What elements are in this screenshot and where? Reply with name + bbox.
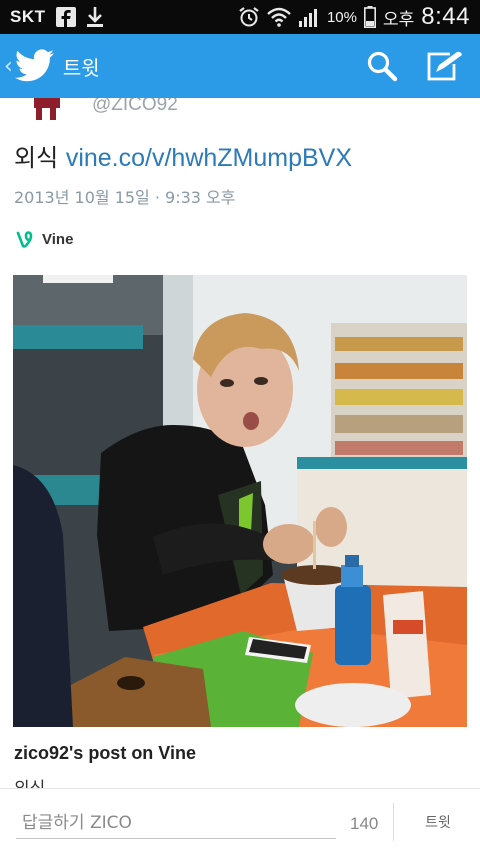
user-handle[interactable]: @ZICO92	[92, 98, 178, 116]
tweet-timestamp: 2013년 10월 15일 · 9:33 오후	[14, 188, 236, 207]
action-bar: ‹ 트윗	[0, 34, 480, 98]
battery-icon	[364, 6, 376, 28]
card-description: 외식	[14, 774, 45, 788]
chevron-left-icon[interactable]: ‹	[4, 54, 13, 79]
card-title[interactable]: zico92's post on Vine	[14, 743, 196, 764]
screen-title: 트윗	[62, 55, 100, 80]
video-thumbnail[interactable]	[13, 275, 467, 727]
status-bar: SKT 10% 오후 8:44	[0, 0, 480, 34]
facebook-icon	[55, 7, 76, 27]
tweet-text: 외식 vine.co/v/hwhZMumpBVX	[14, 138, 352, 173]
vine-icon	[16, 231, 33, 248]
compose-icon[interactable]	[426, 50, 464, 82]
divider	[393, 803, 394, 841]
wifi-icon	[267, 7, 291, 27]
tweet-link[interactable]: vine.co/v/hwhZMumpBVX	[66, 144, 352, 172]
source-label: Vine	[42, 230, 74, 248]
download-icon	[86, 7, 103, 27]
character-counter: 140	[350, 814, 379, 833]
source-attribution[interactable]: Vine	[16, 230, 73, 248]
reply-input[interactable]	[16, 807, 336, 839]
clock: 8:44	[421, 3, 470, 30]
avatar[interactable]	[28, 98, 66, 120]
carrier-label: SKT	[10, 7, 46, 26]
reply-bar: 140 트윗	[0, 788, 480, 853]
signal-icon	[298, 9, 317, 27]
alarm-icon	[239, 7, 259, 27]
send-tweet-button[interactable]: 트윗	[410, 807, 466, 837]
search-icon[interactable]	[366, 50, 398, 82]
tweet-body: 외식	[14, 144, 59, 172]
battery-percent: 10%	[326, 8, 357, 26]
tweet-detail: @ZICO92 외식 vine.co/v/hwhZMumpBVX 2013년 1…	[0, 98, 480, 788]
time-period: 오후	[383, 9, 415, 29]
twitter-bird-icon[interactable]	[14, 49, 55, 83]
